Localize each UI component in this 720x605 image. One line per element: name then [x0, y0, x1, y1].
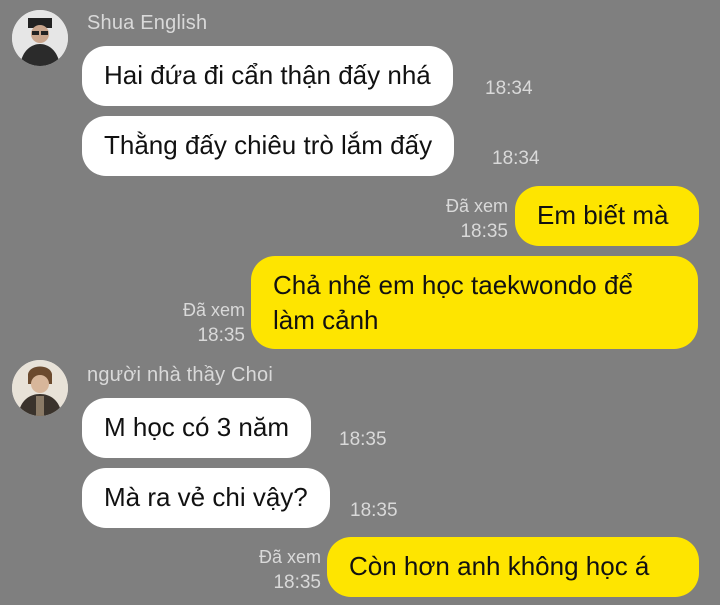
message-bubble-outgoing[interactable]: Còn hơn anh không học á	[327, 537, 699, 597]
avatar-shua-english[interactable]	[12, 10, 68, 66]
sender-name: Shua English	[87, 12, 208, 34]
message-bubble-outgoing[interactable]: Chả nhẽ em học taekwondo để làm cảnh	[251, 256, 698, 349]
message-time: 18:35	[350, 500, 398, 521]
message-bubble-incoming[interactable]: Mà ra vẻ chi vậy?	[82, 468, 330, 528]
message-bubble-incoming[interactable]: Thằng đấy chiêu trò lắm đấy	[82, 116, 455, 176]
message-meta: Đã xem 18:35	[446, 193, 508, 245]
avatar-photo-icon	[12, 360, 68, 416]
message-time: 18:35	[197, 325, 245, 346]
message-time: 18:35	[273, 572, 321, 593]
message-time: 18:34	[485, 78, 533, 99]
read-status: Đã xem	[445, 196, 508, 216]
read-status: Đã xem	[182, 300, 245, 320]
message-bubble-incoming[interactable]: M học có 3 năm	[82, 398, 311, 458]
avatar-nguoi-nha-thay-choi[interactable]	[12, 360, 68, 416]
avatar-photo-icon	[12, 10, 68, 66]
message-bubble-incoming[interactable]: Hai đứa đi cẩn thận đấy nhá	[82, 46, 453, 106]
message-bubble-outgoing[interactable]: Em biết mà	[515, 186, 699, 246]
read-status: Đã xem	[258, 547, 321, 567]
message-time: 18:34	[492, 148, 540, 169]
message-time: 18:35	[460, 221, 508, 242]
message-meta: Đã xem 18:35	[183, 297, 245, 349]
sender-name: người nhà thầy Choi	[87, 364, 273, 386]
message-meta: Đã xem 18:35	[259, 544, 321, 596]
message-time: 18:35	[339, 429, 387, 450]
